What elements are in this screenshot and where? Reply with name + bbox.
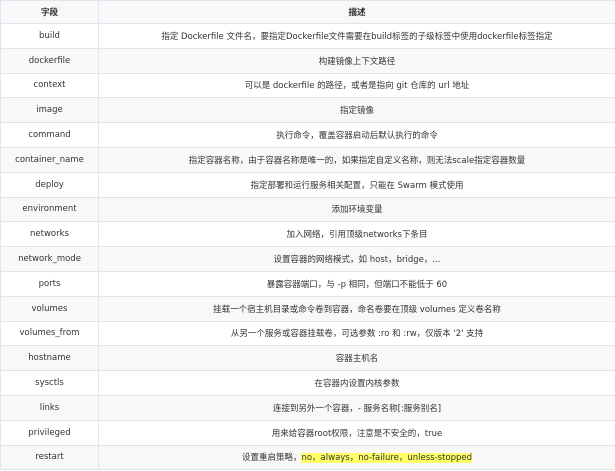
field-cell: environment <box>0 196 99 223</box>
description-cell: 暴露容器端口，与 -p 相同，但端口不能低于 60 <box>98 270 615 297</box>
table-row: sysctls 在容器内设置内核参数 <box>0 370 615 396</box>
table-row: deploy 指定部署和运行服务相关配置，只能在 Swarm 模式使用 <box>0 171 615 198</box>
field-cell: image <box>0 97 99 124</box>
field-cell: networks <box>0 221 99 248</box>
description-cell: 可以是 dockerfile 的路径，或者是指向 git 仓库的 url 地址 <box>98 72 615 99</box>
description-cell: 添加环境变量 <box>98 196 615 223</box>
description-cell: 指定容器名称，由于容器名称是唯一的，如果指定自定义名称，则无法scale指定容器… <box>98 146 615 173</box>
table-row: command 执行命令，覆盖容器启动后默认执行的命令 <box>0 122 615 148</box>
description-cell: 用来给容器root权限，注意是不安全的，true <box>98 419 615 446</box>
table-row: network_mode 设置容器的网络模式，如 host，bridge，... <box>0 246 615 272</box>
field-cell: network_mode <box>0 246 99 272</box>
header-field: 字段 <box>0 0 99 24</box>
field-cell: dockerfile <box>0 47 99 74</box>
description-cell: 连接到另外一个容器，- 服务名称[:服务别名] <box>98 394 615 421</box>
description-cell: 从另一个服务或容器挂载卷，可选参数 :ro 和 :rw，仅版本 '2' 支持 <box>98 320 615 347</box>
table-header-row: 字段 描述 <box>0 0 615 24</box>
description-cell: 执行命令，覆盖容器启动后默认执行的命令 <box>98 122 615 148</box>
description-cell: 容器主机名 <box>98 345 615 372</box>
fields-table: 字段 描述 build 指定 Dockerfile 文件名，要指定Dockerf… <box>0 0 615 471</box>
table-row: volumes_from 从另一个服务或容器挂载卷，可选参数 :ro 和 :rw… <box>0 320 615 347</box>
highlighted-text: no，always，no-failure，unless-stopped <box>301 453 473 464</box>
table-row: links 连接到另外一个容器，- 服务名称[:服务别名] <box>0 394 615 421</box>
table-row: hostname 容器主机名 <box>0 345 615 372</box>
description-prefix: 设置重启策略， <box>241 453 302 464</box>
field-cell: build <box>0 23 99 49</box>
description-cell: 在容器内设置内核参数 <box>98 370 615 396</box>
table-row: ports 暴露容器端口，与 -p 相同，但端口不能低于 60 <box>0 270 615 297</box>
table-row: restart 设置重启策略，no，always，no-failure，unle… <box>0 444 615 471</box>
description-cell: 指定镜像 <box>98 97 615 124</box>
table-row: volumes 挂载一个宿主机目录或命令卷到容器，命名卷要在顶级 volumes… <box>0 295 615 322</box>
description-cell: 构建镜像上下文路径 <box>98 47 615 74</box>
table-row: networks 加入网络，引用顶级networks下条目 <box>0 221 615 248</box>
field-cell: ports <box>0 270 99 297</box>
table-row: privileged 用来给容器root权限，注意是不安全的，true <box>0 419 615 446</box>
table-row: dockerfile 构建镜像上下文路径 <box>0 47 615 74</box>
field-cell: hostname <box>0 345 99 372</box>
field-cell: context <box>0 72 99 99</box>
field-cell: privileged <box>0 419 99 446</box>
description-cell: 加入网络，引用顶级networks下条目 <box>98 221 615 248</box>
table-row: build 指定 Dockerfile 文件名，要指定Dockerfile文件需… <box>0 23 615 49</box>
field-cell: container_name <box>0 146 99 173</box>
description-cell: 指定部署和运行服务相关配置，只能在 Swarm 模式使用 <box>98 171 615 198</box>
table-row: image 指定镜像 <box>0 97 615 124</box>
header-description: 描述 <box>98 0 615 24</box>
description-cell: 挂载一个宿主机目录或命令卷到容器，命名卷要在顶级 volumes 定义卷名称 <box>98 295 615 322</box>
field-cell: sysctls <box>0 370 99 396</box>
table-row: context 可以是 dockerfile 的路径，或者是指向 git 仓库的… <box>0 72 615 99</box>
field-cell: volumes <box>0 295 99 322</box>
field-cell: command <box>0 122 99 148</box>
field-cell: volumes_from <box>0 320 99 347</box>
table-row: container_name 指定容器名称，由于容器名称是唯一的，如果指定自定义… <box>0 146 615 173</box>
table-row: environment 添加环境变量 <box>0 196 615 223</box>
field-cell: deploy <box>0 171 99 198</box>
field-cell: restart <box>0 444 99 471</box>
description-cell: 指定 Dockerfile 文件名，要指定Dockerfile文件需要在buil… <box>98 23 615 49</box>
description-cell: 设置重启策略，no，always，no-failure，unless-stopp… <box>98 444 615 471</box>
field-cell: links <box>0 394 99 421</box>
description-cell: 设置容器的网络模式，如 host，bridge，... <box>98 246 615 272</box>
